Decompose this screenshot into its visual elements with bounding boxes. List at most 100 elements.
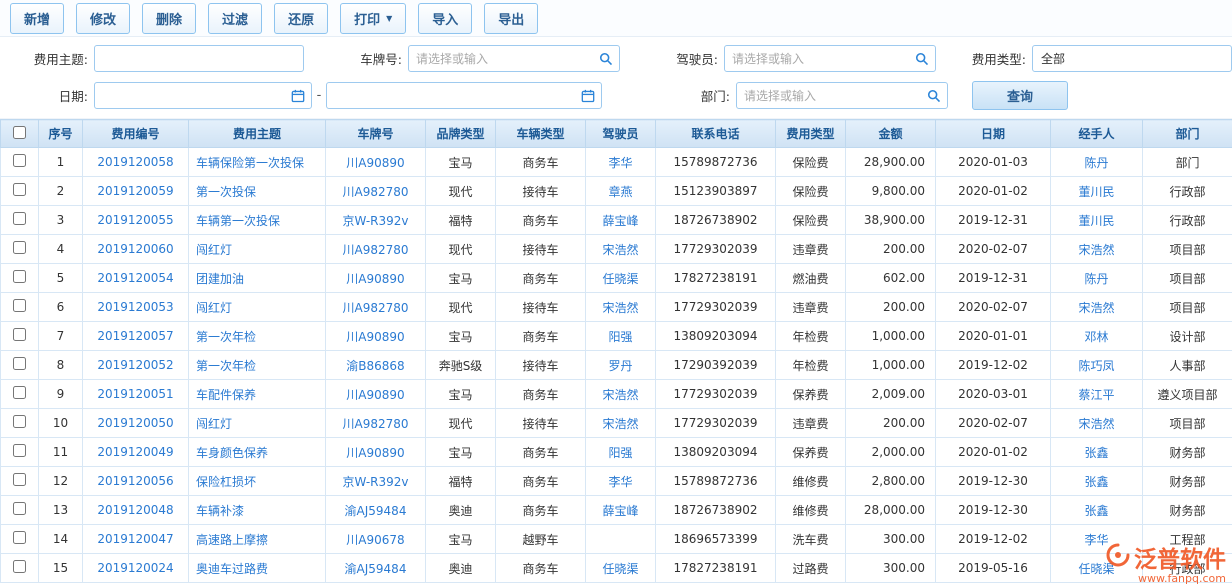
- cell-driver-link[interactable]: 宋浩然: [602, 243, 638, 257]
- date-to-input[interactable]: [327, 89, 575, 103]
- search-icon[interactable]: [921, 83, 947, 108]
- fee-type-select[interactable]: 全部: [1032, 45, 1232, 72]
- cell-subject-link[interactable]: 闯红灯: [196, 243, 232, 257]
- cell-subject-link[interactable]: 车身颜色保养: [196, 446, 268, 460]
- cell-code-link[interactable]: 2019120057: [97, 329, 173, 343]
- cell-driver-link[interactable]: 宋浩然: [602, 301, 638, 315]
- cell-plate-link[interactable]: 京W-R392v: [342, 475, 408, 489]
- cell-code-link[interactable]: 2019120060: [97, 242, 173, 256]
- query-button[interactable]: 查询: [972, 81, 1068, 110]
- date-from-input[interactable]: [95, 89, 285, 103]
- cell-subject-link[interactable]: 闯红灯: [196, 417, 232, 431]
- cell-plate-link[interactable]: 渝AJ59484: [345, 562, 407, 576]
- cell-subject-link[interactable]: 保险杠损坏: [196, 475, 256, 489]
- cell-code-link[interactable]: 2019120050: [97, 416, 173, 430]
- table-row[interactable]: 72019120057第一次年检川A90890宝马商务车阳强1380920309…: [1, 322, 1232, 351]
- cell-code-link[interactable]: 2019120047: [97, 532, 173, 546]
- export-button[interactable]: 导出: [484, 3, 538, 34]
- cell-plate-link[interactable]: 川A90890: [346, 330, 404, 344]
- plate-input[interactable]: [409, 52, 593, 66]
- cell-driver-link[interactable]: 罗丹: [608, 359, 632, 373]
- cell-plate-link[interactable]: 渝B86868: [346, 359, 404, 373]
- cell-code-link[interactable]: 2019120049: [97, 445, 173, 459]
- cell-driver-link[interactable]: 任晓渠: [602, 562, 638, 576]
- cell-plate-link[interactable]: 川A982780: [342, 417, 408, 431]
- row-checkbox[interactable]: [13, 328, 26, 341]
- cell-subject-link[interactable]: 团建加油: [196, 272, 244, 286]
- cell-handler-link[interactable]: 任晓渠: [1078, 562, 1114, 576]
- cell-handler-link[interactable]: 张鑫: [1084, 504, 1108, 518]
- cell-code-link[interactable]: 2019120056: [97, 474, 173, 488]
- table-row[interactable]: 42019120060闯红灯川A982780现代接待车宋浩然1772930203…: [1, 235, 1232, 264]
- cell-plate-link[interactable]: 渝AJ59484: [345, 504, 407, 518]
- cell-plate-link[interactable]: 川A90678: [346, 533, 404, 547]
- cell-subject-link[interactable]: 奥迪车过路费: [196, 562, 268, 576]
- cell-code-link[interactable]: 2019120058: [97, 155, 173, 169]
- cell-handler-link[interactable]: 邓林: [1084, 330, 1108, 344]
- subject-input[interactable]: [94, 45, 304, 72]
- row-checkbox[interactable]: [13, 241, 26, 254]
- row-checkbox[interactable]: [13, 154, 26, 167]
- add-button[interactable]: 新增: [10, 3, 64, 34]
- cell-code-link[interactable]: 2019120054: [97, 271, 173, 285]
- cell-code-link[interactable]: 2019120055: [97, 213, 173, 227]
- cell-driver-link[interactable]: 李华: [608, 475, 632, 489]
- cell-handler-link[interactable]: 董川民: [1078, 214, 1114, 228]
- table-row[interactable]: 132019120048车辆补漆渝AJ59484奥迪商务车薛宝峰18726738…: [1, 496, 1232, 525]
- select-all-checkbox[interactable]: [13, 126, 26, 139]
- cell-handler-link[interactable]: 陈丹: [1084, 272, 1108, 286]
- restore-button[interactable]: 还原: [274, 3, 328, 34]
- row-checkbox[interactable]: [13, 270, 26, 283]
- cell-subject-link[interactable]: 第一次投保: [196, 185, 256, 199]
- print-button[interactable]: 打印▼: [340, 3, 406, 34]
- search-icon[interactable]: [909, 46, 935, 71]
- row-checkbox[interactable]: [13, 502, 26, 515]
- table-row[interactable]: 82019120052第一次年检渝B86868奔驰S级接待车罗丹17290392…: [1, 351, 1232, 380]
- cell-code-link[interactable]: 2019120053: [97, 300, 173, 314]
- cell-subject-link[interactable]: 高速路上摩擦: [196, 533, 268, 547]
- row-checkbox[interactable]: [13, 444, 26, 457]
- edit-button[interactable]: 修改: [76, 3, 130, 34]
- row-checkbox[interactable]: [13, 357, 26, 370]
- dept-input[interactable]: [737, 89, 921, 103]
- cell-driver-link[interactable]: 阳强: [608, 330, 632, 344]
- cell-subject-link[interactable]: 车辆补漆: [196, 504, 244, 518]
- cell-plate-link[interactable]: 川A90890: [346, 272, 404, 286]
- cell-code-link[interactable]: 2019120051: [97, 387, 173, 401]
- cell-subject-link[interactable]: 闯红灯: [196, 301, 232, 315]
- cell-handler-link[interactable]: 蔡江平: [1078, 388, 1114, 402]
- row-checkbox[interactable]: [13, 299, 26, 312]
- row-checkbox[interactable]: [13, 386, 26, 399]
- cell-subject-link[interactable]: 第一次年检: [196, 330, 256, 344]
- cell-handler-link[interactable]: 张鑫: [1084, 446, 1108, 460]
- cell-subject-link[interactable]: 第一次年检: [196, 359, 256, 373]
- cell-code-link[interactable]: 2019120024: [97, 561, 173, 575]
- table-row[interactable]: 22019120059第一次投保川A982780现代接待车章燕151239038…: [1, 177, 1232, 206]
- cell-plate-link[interactable]: 川A90890: [346, 446, 404, 460]
- calendar-icon[interactable]: [285, 83, 311, 108]
- driver-input[interactable]: [725, 52, 909, 66]
- cell-handler-link[interactable]: 董川民: [1078, 185, 1114, 199]
- table-row[interactable]: 142019120047高速路上摩擦川A90678宝马越野车1869657339…: [1, 525, 1232, 554]
- cell-plate-link[interactable]: 川A982780: [342, 185, 408, 199]
- delete-button[interactable]: 删除: [142, 3, 196, 34]
- cell-handler-link[interactable]: 陈丹: [1084, 156, 1108, 170]
- cell-plate-link[interactable]: 京W-R392v: [342, 214, 408, 228]
- cell-code-link[interactable]: 2019120052: [97, 358, 173, 372]
- cell-handler-link[interactable]: 李华: [1084, 533, 1108, 547]
- table-row[interactable]: 152019120024奥迪车过路费渝AJ59484奥迪商务车任晓渠178272…: [1, 554, 1232, 583]
- cell-handler-link[interactable]: 陈巧凤: [1078, 359, 1114, 373]
- cell-handler-link[interactable]: 宋浩然: [1078, 301, 1114, 315]
- table-row[interactable]: 12019120058车辆保险第一次投保川A90890宝马商务车李华157898…: [1, 148, 1232, 177]
- cell-plate-link[interactable]: 川A90890: [346, 388, 404, 402]
- table-row[interactable]: 62019120053闯红灯川A982780现代接待车宋浩然1772930203…: [1, 293, 1232, 322]
- calendar-icon[interactable]: [575, 83, 601, 108]
- cell-plate-link[interactable]: 川A982780: [342, 301, 408, 315]
- cell-plate-link[interactable]: 川A982780: [342, 243, 408, 257]
- import-button[interactable]: 导入: [418, 3, 472, 34]
- table-row[interactable]: 122019120056保险杠损坏京W-R392v福特商务车李华15789872…: [1, 467, 1232, 496]
- table-row[interactable]: 102019120050闯红灯川A982780现代接待车宋浩然177293020…: [1, 409, 1232, 438]
- table-row[interactable]: 92019120051车配件保养川A90890宝马商务车宋浩然177293020…: [1, 380, 1232, 409]
- cell-driver-link[interactable]: 李华: [608, 156, 632, 170]
- search-icon[interactable]: [593, 46, 619, 71]
